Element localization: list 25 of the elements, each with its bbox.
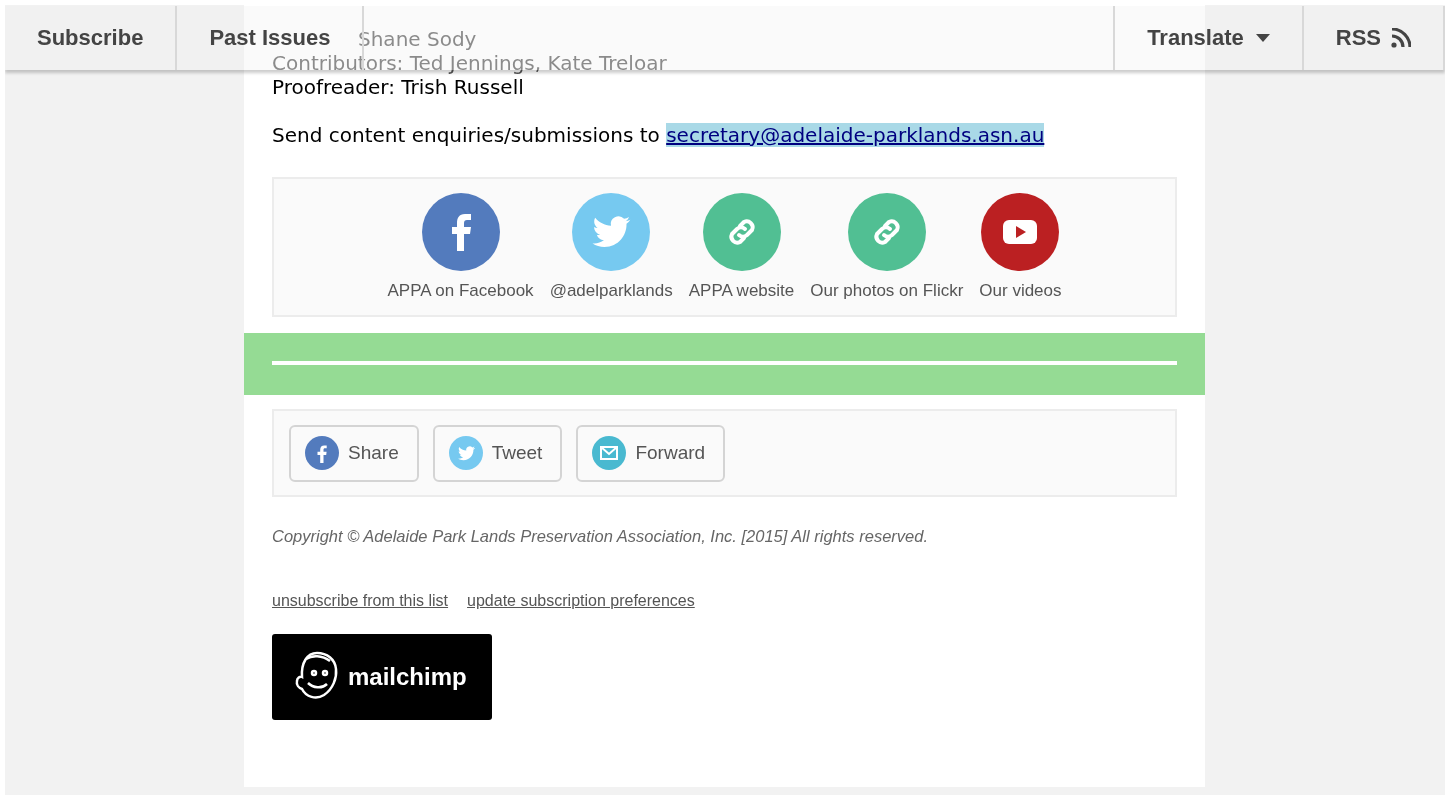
caret-icon [1255,34,1270,42]
copyright-text: Copyright © Adelaide Park Lands Preservation Association, Inc. [2015] All rights reserved. [272,527,929,546]
nav-link[interactable]: Subscribe [5,6,178,70]
social-link-label[interactable]: Our photos on Flickr [810,281,964,301]
social-link-label[interactable]: @adelparklands [549,281,673,301]
footer-link[interactable]: unsubscribe from this list [272,592,449,610]
social-link-label[interactable]: Our videos [979,281,1062,301]
share-button[interactable]: Forward [576,424,726,482]
footer-link[interactable]: update subscription preferences [467,592,695,610]
share-button[interactable]: Tweet [432,424,563,482]
social-link-label[interactable]: APPA website [688,281,795,301]
link-icon[interactable] [702,193,781,271]
email-link[interactable]: secretary@adelaide-parklands.asn.au [666,123,1045,147]
rss-icon [1391,28,1411,48]
nav-link[interactable]: RSS [1303,6,1445,70]
credit-line: Proofreader: Trish Russell [272,75,525,99]
social-link-label[interactable]: APPA on Facebook [387,281,534,301]
contact-text: Send content enquiries/submissions to [272,123,660,147]
share-button[interactable]: Share [289,424,419,482]
credit-line: Contributors: Ted Jennings, Kate Treloar [272,51,668,75]
facebook-icon[interactable] [421,193,500,271]
play-icon[interactable] [981,193,1060,271]
bird-icon[interactable] [572,193,651,271]
link-icon[interactable] [847,193,926,271]
mailchimp-badge[interactable]: mailchimp [272,634,492,720]
